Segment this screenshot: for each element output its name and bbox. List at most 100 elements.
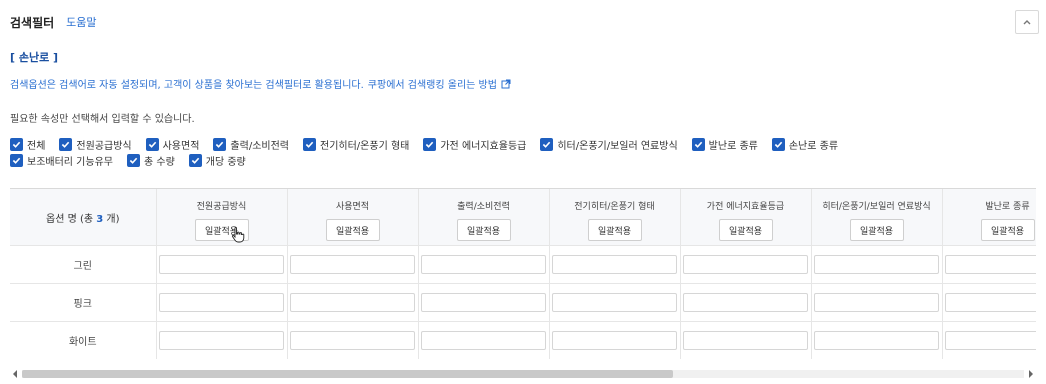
attribute-checkbox[interactable]: 전기히터/온풍기 형태 bbox=[303, 137, 409, 152]
option-header-prefix: 옵션 명 (총 bbox=[46, 213, 97, 225]
apply-all-button[interactable]: 일괄적용 bbox=[456, 219, 511, 241]
attribute-checkbox[interactable]: 발난로 종류 bbox=[691, 137, 758, 152]
checkbox-row: 보조배터리 기능유무 총 수량 개당 중량 bbox=[10, 152, 1010, 168]
external-link-icon[interactable] bbox=[501, 79, 511, 89]
table-cell bbox=[418, 321, 550, 359]
checkbox-box[interactable] bbox=[10, 137, 23, 151]
attribute-checkbox[interactable]: 총 수량 bbox=[126, 153, 175, 168]
option-header-suffix: 개) bbox=[103, 213, 120, 225]
attribute-value-input[interactable] bbox=[552, 255, 677, 274]
attribute-value-input[interactable] bbox=[159, 331, 284, 350]
description-text: 검색옵션은 검색어로 자동 설정되며, 고객이 상품을 찾아보는 검색필터로 활… bbox=[10, 80, 364, 91]
apply-all-button[interactable]: 일괄적용 bbox=[849, 219, 904, 241]
scroll-right-arrow[interactable] bbox=[1026, 369, 1036, 379]
option-name: 화이트 bbox=[10, 321, 157, 359]
table-cell bbox=[418, 283, 550, 322]
attribute-value-input[interactable] bbox=[421, 255, 546, 274]
table-cell bbox=[156, 245, 288, 284]
column-header: 발난로 종류일괄적용 bbox=[942, 189, 1036, 246]
attribute-value-input[interactable] bbox=[683, 255, 808, 274]
apply-all-button[interactable]: 일괄적용 bbox=[718, 219, 773, 241]
options-table-container: 옵션 명 (총 3 개) 전원공급방식 일괄적용 사용면적 일괄적용 출력/소비전력 일괄… bbox=[10, 188, 1036, 359]
caret-left-icon bbox=[13, 370, 17, 378]
horizontal-scrollbar[interactable] bbox=[10, 369, 1036, 379]
column-header: 출력/소비전력일괄적용 bbox=[418, 189, 550, 246]
checkbox-box[interactable] bbox=[303, 137, 316, 151]
attribute-checkbox[interactable]: 출력/소비전력 bbox=[213, 137, 289, 152]
scroll-left-arrow[interactable] bbox=[10, 369, 20, 379]
checkmark-icon bbox=[216, 141, 224, 148]
checkbox-label: 가전 에너지효율등급 bbox=[440, 140, 527, 152]
attribute-value-input[interactable] bbox=[552, 331, 677, 350]
help-link[interactable]: 도움말 bbox=[66, 14, 96, 30]
filter-header: 검색필터 도움말 bbox=[10, 12, 97, 32]
checkbox-row: 전체 전원공급방식 사용면적 출력/소비전력 전기히터/온풍기 형태 가전 에너지효율등급… bbox=[10, 136, 1010, 152]
attribute-value-input[interactable] bbox=[421, 331, 546, 350]
table-cell bbox=[418, 245, 550, 284]
attribute-checkbox[interactable]: 히터/온풍기/보일러 연료방식 bbox=[540, 137, 678, 152]
table-cell bbox=[811, 321, 943, 359]
attribute-value-input[interactable] bbox=[290, 293, 415, 312]
apply-all-button[interactable]: 일괄적용 bbox=[980, 219, 1035, 241]
checkbox-box[interactable] bbox=[126, 153, 140, 167]
checkbox-box[interactable] bbox=[213, 137, 227, 151]
attribute-value-input[interactable] bbox=[290, 255, 415, 274]
attribute-value-input[interactable] bbox=[159, 293, 284, 312]
table-row: 화이트 bbox=[10, 321, 1036, 359]
table-cell bbox=[549, 321, 681, 359]
attribute-checkbox[interactable]: 전체 bbox=[10, 137, 45, 152]
table-cell bbox=[942, 283, 1036, 322]
attribute-value-input[interactable] bbox=[159, 255, 284, 274]
attribute-checkbox[interactable]: 손난로 종류 bbox=[771, 137, 838, 152]
checkbox-box[interactable] bbox=[771, 137, 785, 151]
option-name: 핑크 bbox=[10, 283, 157, 322]
attribute-checkbox[interactable]: 사용면적 bbox=[145, 137, 199, 152]
attribute-value-input[interactable] bbox=[421, 293, 546, 312]
checkbox-box[interactable] bbox=[540, 137, 554, 151]
column-header: 히터/온풍기/보일러 연료방식 일괄적용 bbox=[811, 189, 943, 246]
table-cell bbox=[811, 283, 943, 322]
page-title: 검색필터 bbox=[10, 15, 55, 30]
checkmark-icon bbox=[426, 141, 434, 148]
attribute-value-input[interactable] bbox=[683, 331, 808, 350]
scrollbar-track[interactable] bbox=[22, 370, 1024, 378]
attribute-checkbox[interactable]: 보조배터리 기능유무 bbox=[10, 153, 113, 168]
attribute-value-input[interactable] bbox=[945, 255, 1036, 274]
table-cell bbox=[680, 321, 812, 359]
checkbox-box[interactable] bbox=[59, 137, 73, 151]
collapse-button[interactable] bbox=[1015, 10, 1039, 34]
chevron-up-icon bbox=[1023, 20, 1031, 25]
attribute-value-input[interactable] bbox=[683, 293, 808, 312]
checkbox-box[interactable] bbox=[691, 137, 705, 151]
apply-all-button[interactable]: 일괄적용 bbox=[325, 219, 380, 241]
checkmark-icon bbox=[62, 141, 70, 148]
attribute-value-input[interactable] bbox=[552, 293, 677, 312]
checkbox-label: 보조배터리 기능유무 bbox=[27, 156, 113, 168]
checkbox-box[interactable] bbox=[423, 137, 437, 151]
attribute-value-input[interactable] bbox=[290, 331, 415, 350]
column-header: 가전 에너지효율등급 일괄적용 bbox=[680, 189, 812, 246]
table-cell bbox=[287, 321, 419, 359]
scrollbar-thumb[interactable] bbox=[22, 370, 673, 378]
column-header-label: 발난로 종류 bbox=[985, 202, 1030, 212]
attribute-checkbox[interactable]: 개당 중량 bbox=[188, 153, 246, 168]
checkbox-label: 히터/온풍기/보일러 연료방식 bbox=[557, 140, 678, 152]
option-name: 그린 bbox=[10, 245, 157, 284]
attribute-value-input[interactable] bbox=[945, 331, 1036, 350]
apply-all-button[interactable]: 일괄적용 bbox=[194, 219, 249, 241]
table-cell bbox=[549, 245, 681, 284]
checkbox-box[interactable] bbox=[188, 153, 202, 167]
attribute-value-input[interactable] bbox=[814, 331, 939, 350]
checkbox-box[interactable] bbox=[145, 137, 159, 151]
checkbox-box[interactable] bbox=[10, 153, 23, 167]
attribute-value-input[interactable] bbox=[814, 255, 939, 274]
apply-all-button[interactable]: 일괄적용 bbox=[587, 219, 642, 241]
attribute-checkbox[interactable]: 가전 에너지효율등급 bbox=[423, 137, 526, 152]
attribute-value-input[interactable] bbox=[814, 293, 939, 312]
checkbox-label: 전기히터/온풍기 형태 bbox=[320, 140, 410, 152]
attribute-value-input[interactable] bbox=[945, 293, 1036, 312]
attribute-checkbox[interactable]: 전원공급방식 bbox=[59, 137, 132, 152]
ranking-guide-link[interactable]: 쿠팡에서 검색랭킹 올리는 방법 bbox=[368, 76, 497, 91]
table-row: 그린 bbox=[10, 245, 1036, 284]
column-header-label: 출력/소비전력 bbox=[457, 202, 510, 212]
